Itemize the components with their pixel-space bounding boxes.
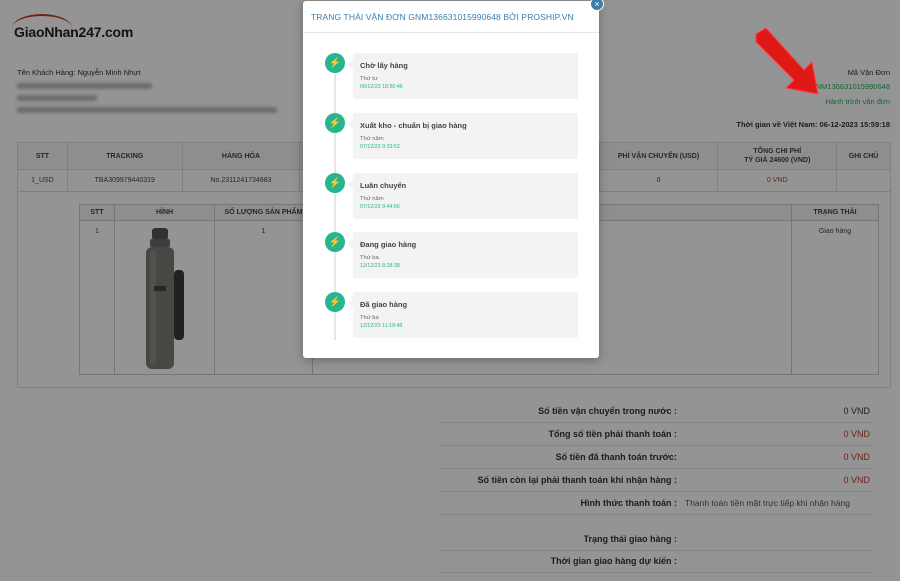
event-status: Đã giao hàng (360, 300, 408, 309)
event-day: Thứ ba (360, 315, 379, 321)
event-status: Chờ lấy hàng (360, 61, 408, 70)
event-time: 12/12/23 8:28:38 (360, 263, 400, 269)
event-time: 12/12/23 11:19:48 (360, 323, 403, 329)
timeline-event: ⚡ Xuất kho - chuẩn bị giao hàng Thứ năm 07/… (325, 113, 585, 159)
shipment-status-modal: TRẠNG THÁI VẬN ĐƠN GNM136631015990648 BỞ… (303, 0, 604, 358)
event-status: Đang giao hàng (360, 240, 417, 249)
event-time: 07/12/23 9:33:52 (360, 144, 400, 150)
bolt-icon: ⚡ (325, 292, 345, 312)
event-card: Đã giao hàng Thứ ba 12/12/23 11:19:48 (348, 292, 578, 338)
event-time: 06/12/23 18:50:46 (360, 84, 403, 90)
event-status: Xuất kho - chuẩn bị giao hàng (360, 121, 467, 130)
bolt-icon: ⚡ (325, 113, 345, 133)
timeline-event: ⚡ Đã giao hàng Thứ ba 12/12/23 11:19:48 (325, 292, 585, 338)
bolt-icon: ⚡ (325, 173, 345, 193)
bolt-icon: ⚡ (325, 232, 345, 252)
event-card: Đang giao hàng Thứ ba 12/12/23 8:28:38 (348, 232, 578, 278)
event-day: Thứ năm (360, 196, 384, 202)
event-time: 07/12/23 9:44:56 (360, 204, 400, 210)
event-card: Xuất kho - chuẩn bị giao hàng Thứ năm 07/1… (348, 113, 578, 159)
event-day: Thứ ba (360, 255, 379, 261)
timeline-event: ⚡ Đang giao hàng Thứ ba 12/12/23 8:28:38 (325, 232, 585, 278)
event-card: Luân chuyển Thứ năm 07/12/23 9:44:56 (348, 173, 578, 219)
modal-title: TRẠNG THÁI VẬN ĐƠN GNM136631015990648 BỞ… (303, 1, 599, 33)
red-arrow-annotation (755, 28, 819, 95)
event-day: Thứ tư (360, 76, 378, 82)
event-status: Luân chuyển (360, 181, 407, 190)
shipment-page: GiaoNhan247.com Tên Khách Hàng: Nguyễn M… (0, 0, 900, 581)
event-card: Chờ lấy hàng Thứ tư 06/12/23 18:50:46 (348, 53, 578, 99)
timeline-event: ⚡ Luân chuyển Thứ năm 07/12/23 9:44:56 (325, 173, 585, 219)
event-day: Thứ năm (360, 136, 384, 142)
bolt-icon: ⚡ (325, 53, 345, 73)
timeline-event: ⚡ Chờ lấy hàng Thứ tư 06/12/23 18:50:46 (325, 53, 585, 99)
